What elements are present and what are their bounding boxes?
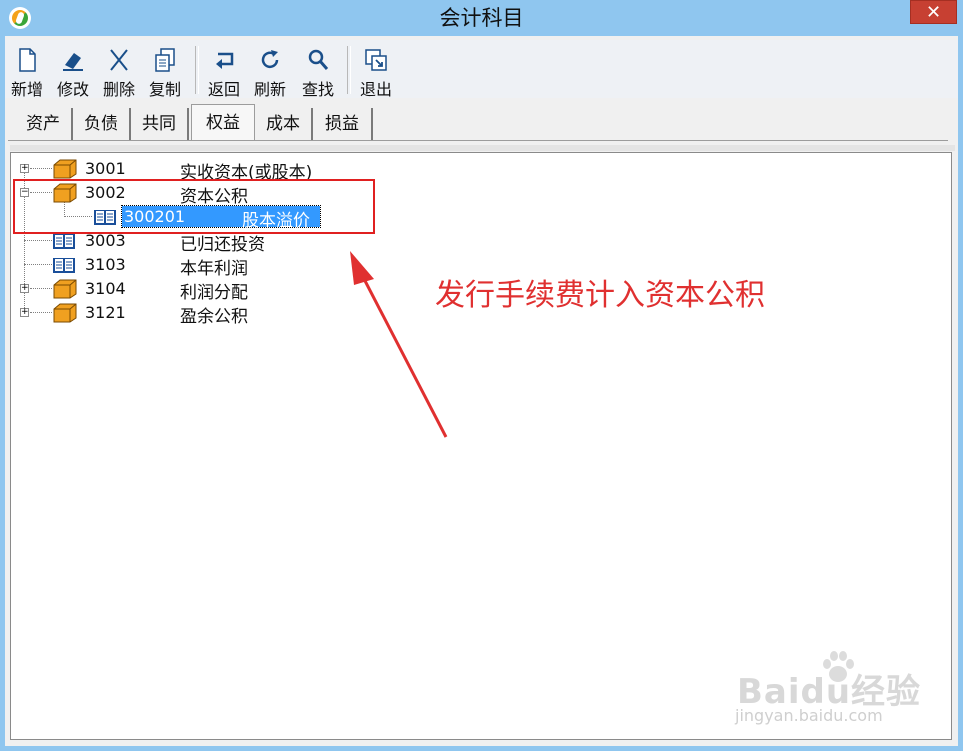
app-window: 会计科目 ✕ 新增 修改 删除 复制 返回 刷新 查找 退出 资产 负债 共同 … [0, 0, 963, 751]
new-button[interactable]: 新增 [5, 44, 49, 99]
copy-icon [155, 48, 175, 72]
return-button[interactable]: 返回 [202, 44, 246, 99]
highlight-box [13, 179, 375, 234]
tab-liabilities[interactable]: 负债 [73, 108, 131, 140]
expand-toggle[interactable]: + [20, 164, 29, 173]
copy-button[interactable]: 复制 [143, 44, 187, 99]
search-button[interactable]: 查找 [296, 44, 340, 99]
close-button[interactable]: ✕ [910, 0, 957, 24]
tab-common[interactable]: 共同 [131, 108, 189, 140]
title-bar[interactable]: 会计科目 ✕ [0, 0, 963, 36]
tab-cost[interactable]: 成本 [255, 108, 313, 140]
delete-button[interactable]: 删除 [97, 44, 141, 99]
tab-divider [8, 140, 948, 141]
toolbar-separator [347, 46, 351, 94]
exit-icon [365, 49, 387, 71]
tree-node-3001[interactable]: + 3001 实收资本(或股本) [0, 157, 400, 183]
return-arrow-icon [216, 52, 234, 69]
toolbar-separator [195, 46, 199, 94]
new-document-icon [19, 48, 36, 72]
tab-equity[interactable]: 权益 [191, 104, 255, 141]
tree-connector [30, 288, 52, 289]
tree-connector [24, 264, 52, 265]
folder-box-icon [53, 279, 77, 299]
eraser-icon [63, 53, 83, 71]
tab-profit-loss[interactable]: 损益 [313, 108, 373, 140]
tree-connector [30, 168, 52, 169]
refresh-icon [261, 50, 279, 69]
expand-toggle[interactable]: + [20, 308, 29, 317]
folder-box-icon [53, 159, 77, 179]
refresh-button[interactable]: 刷新 [248, 44, 292, 99]
annotation-text: 发行手续费计入资本公积 [435, 278, 765, 313]
window-title: 会计科目 [439, 6, 524, 30]
edit-button[interactable]: 修改 [51, 44, 95, 99]
book-icon [53, 258, 75, 273]
tree-connector [30, 312, 52, 313]
tab-assets[interactable]: 资产 [15, 108, 73, 140]
search-icon [308, 49, 329, 70]
book-icon [53, 234, 75, 249]
expand-toggle[interactable]: + [20, 284, 29, 293]
window-body: 新增 修改 删除 复制 返回 刷新 查找 退出 资产 负债 共同 权益 成本 损… [5, 36, 958, 746]
delete-x-icon [110, 49, 128, 71]
tree-connector [24, 240, 52, 241]
folder-box-icon [53, 303, 77, 323]
toolbar: 新增 修改 删除 复制 返回 刷新 查找 退出 [5, 40, 958, 99]
watermark: Baidu经验 jingyan.baidu.com [735, 650, 935, 730]
tab-content-border [10, 145, 955, 151]
exit-button[interactable]: 退出 [354, 44, 398, 99]
